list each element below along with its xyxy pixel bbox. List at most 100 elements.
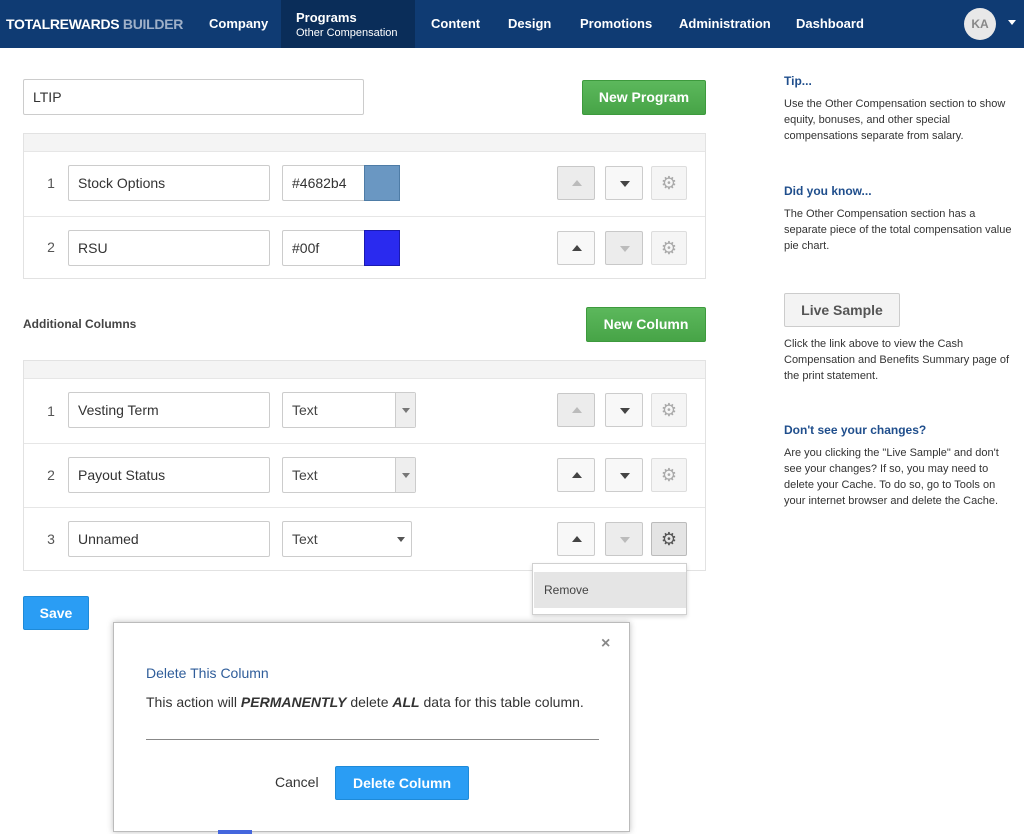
nav-item-programs-label: Programs bbox=[296, 10, 357, 25]
move-down-button[interactable] bbox=[605, 166, 643, 200]
arrow-down-icon bbox=[620, 537, 630, 543]
delete-column-modal: × Delete This Column This action will PE… bbox=[113, 622, 630, 832]
chevron-down-icon[interactable] bbox=[1008, 20, 1016, 25]
gear-icon: ⚙ bbox=[660, 173, 678, 193]
column-name-input[interactable]: Unnamed bbox=[68, 521, 270, 557]
settings-button[interactable]: ⚙ bbox=[651, 166, 687, 200]
cancel-button[interactable]: Cancel bbox=[275, 774, 319, 790]
program-item-color-input[interactable]: #4682b4 bbox=[282, 165, 366, 201]
program-item-name-input[interactable]: RSU bbox=[68, 230, 270, 266]
changes-heading: Don't see your changes? bbox=[784, 423, 927, 437]
panel-header bbox=[24, 361, 705, 379]
live-sample-text: Click the link above to view the Cash Co… bbox=[784, 338, 1010, 382]
nav-item-promotions[interactable]: Promotions bbox=[580, 0, 652, 48]
nav-item-programs[interactable]: Programs Other Compensation bbox=[281, 0, 415, 48]
panel-header bbox=[24, 134, 705, 152]
did-you-know-heading: Did you know... bbox=[784, 184, 872, 198]
message-prefix: This action will bbox=[146, 694, 241, 710]
modal-message: This action will PERMANENTLY delete ALL … bbox=[146, 694, 584, 710]
column-type-value: Text bbox=[292, 402, 318, 418]
divider bbox=[146, 739, 599, 740]
move-up-button[interactable] bbox=[557, 393, 595, 427]
did-you-know-text: The Other Compensation section has a sep… bbox=[784, 208, 1012, 252]
row-number: 3 bbox=[47, 531, 55, 547]
section-title: Additional Columns bbox=[23, 317, 137, 331]
move-down-button[interactable] bbox=[605, 458, 643, 492]
move-up-button[interactable] bbox=[557, 458, 595, 492]
message-emphasis-all: ALL bbox=[392, 694, 420, 710]
nav-item-administration[interactable]: Administration bbox=[679, 0, 771, 48]
move-down-button[interactable] bbox=[605, 231, 643, 265]
new-program-button[interactable]: New Program bbox=[582, 80, 706, 115]
gear-icon: ⚙ bbox=[660, 400, 678, 420]
column-type-select[interactable]: Text bbox=[282, 457, 416, 493]
arrow-up-icon bbox=[572, 472, 582, 478]
tip-text: Use the Other Compensation section to sh… bbox=[784, 98, 1006, 142]
program-item-color-input[interactable]: #00f bbox=[282, 230, 366, 266]
column-type-select[interactable]: Text bbox=[282, 392, 416, 428]
nav-item-dashboard[interactable]: Dashboard bbox=[796, 0, 864, 48]
arrow-down-icon bbox=[620, 473, 630, 479]
column-name-input[interactable]: Vesting Term bbox=[68, 392, 270, 428]
close-icon[interactable]: × bbox=[601, 635, 610, 653]
arrow-up-icon bbox=[572, 536, 582, 542]
brand-name-secondary: BUILDER bbox=[122, 16, 184, 32]
chevron-down-icon bbox=[395, 393, 415, 427]
program-item-name-input[interactable]: Stock Options bbox=[68, 165, 270, 201]
tip-heading: Tip... bbox=[784, 74, 812, 88]
move-up-button[interactable] bbox=[557, 522, 595, 556]
gear-icon: ⚙ bbox=[660, 238, 678, 258]
nav-item-design[interactable]: Design bbox=[508, 0, 551, 48]
new-column-button[interactable]: New Column bbox=[586, 307, 706, 342]
row-divider bbox=[24, 216, 705, 217]
gear-icon: ⚙ bbox=[660, 529, 678, 549]
gear-icon: ⚙ bbox=[660, 465, 678, 485]
move-down-button[interactable] bbox=[605, 393, 643, 427]
partially-hidden-element bbox=[218, 830, 252, 834]
brand-name-primary: TOTALREWARDS bbox=[6, 16, 120, 32]
nav-item-content[interactable]: Content bbox=[431, 0, 480, 48]
settings-dropdown-menu: Remove bbox=[532, 563, 687, 615]
settings-button[interactable]: ⚙ bbox=[651, 393, 687, 427]
delete-column-button[interactable]: Delete Column bbox=[335, 766, 469, 800]
settings-button[interactable]: ⚙ bbox=[651, 458, 687, 492]
top-nav: TOTALREWARDS BUILDER Company Programs Ot… bbox=[0, 0, 1024, 48]
changes-text: Are you clicking the "Live Sample" and d… bbox=[784, 447, 999, 507]
settings-button[interactable]: ⚙ bbox=[651, 522, 687, 556]
arrow-up-icon bbox=[572, 245, 582, 251]
row-number: 1 bbox=[47, 175, 55, 191]
row-number: 2 bbox=[47, 467, 55, 483]
move-down-button[interactable] bbox=[605, 522, 643, 556]
avatar[interactable]: KA bbox=[964, 8, 996, 40]
row-number: 2 bbox=[47, 239, 55, 255]
nav-item-company[interactable]: Company bbox=[209, 0, 268, 48]
column-type-value: Text bbox=[292, 531, 318, 547]
message-middle: delete bbox=[346, 694, 393, 710]
column-name-input[interactable]: Payout Status bbox=[68, 457, 270, 493]
row-divider bbox=[24, 507, 705, 508]
chevron-down-icon bbox=[395, 458, 415, 492]
row-number: 1 bbox=[47, 403, 55, 419]
menu-item-remove[interactable]: Remove bbox=[534, 572, 686, 608]
brand-logo[interactable]: TOTALREWARDS BUILDER bbox=[6, 16, 183, 32]
arrow-down-icon bbox=[620, 181, 630, 187]
nav-item-programs-sublabel: Other Compensation bbox=[296, 27, 398, 39]
save-button[interactable]: Save bbox=[23, 596, 89, 630]
color-swatch[interactable] bbox=[364, 230, 400, 266]
arrow-up-icon bbox=[572, 180, 582, 186]
arrow-up-icon bbox=[572, 407, 582, 413]
move-up-button[interactable] bbox=[557, 231, 595, 265]
modal-title: Delete This Column bbox=[146, 665, 269, 681]
settings-button[interactable]: ⚙ bbox=[651, 231, 687, 265]
chevron-down-icon bbox=[391, 522, 411, 556]
row-divider bbox=[24, 443, 705, 444]
message-suffix: data for this table column. bbox=[419, 694, 584, 710]
move-up-button[interactable] bbox=[557, 166, 595, 200]
color-swatch[interactable] bbox=[364, 165, 400, 201]
live-sample-button[interactable]: Live Sample bbox=[784, 293, 900, 327]
column-type-select[interactable]: Text bbox=[282, 521, 412, 557]
column-type-value: Text bbox=[292, 467, 318, 483]
arrow-down-icon bbox=[620, 246, 630, 252]
arrow-down-icon bbox=[620, 408, 630, 414]
program-name-input[interactable]: LTIP bbox=[23, 79, 364, 115]
